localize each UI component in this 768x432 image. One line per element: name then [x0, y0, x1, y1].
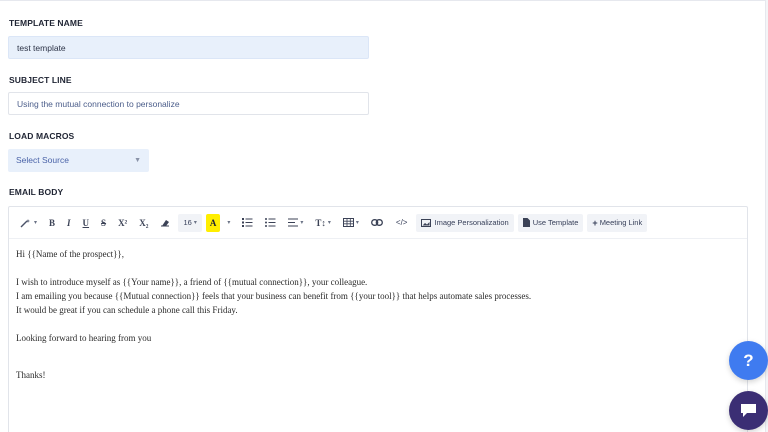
use-template-button[interactable]: Use Template	[517, 213, 584, 232]
eraser-icon	[161, 220, 170, 227]
subscript-button[interactable]: X₂	[135, 214, 152, 232]
body-line: I wish to introduce myself as {{Your nam…	[16, 277, 368, 287]
strikethrough-button[interactable]: S	[97, 214, 110, 232]
underline-button[interactable]: U	[79, 214, 94, 232]
insert-link-button[interactable]	[367, 214, 387, 232]
select-source-value: Select Source	[16, 155, 69, 165]
code-view-button[interactable]: </>	[391, 214, 413, 232]
editor-toolbar: ▾ B I U S X² X₂ 16 ▾ A ▾ ▾ T↕ ▾ ▾ </> Im…	[9, 207, 747, 239]
highlight-color-dropdown[interactable]: ▾	[221, 214, 234, 232]
unordered-list-button[interactable]	[261, 214, 280, 232]
plus-icon: +	[592, 217, 598, 228]
body-line: Hi {{Name of the prospect}},	[16, 249, 124, 259]
meeting-link-label: Meeting Link	[599, 218, 643, 227]
font-size-value: 16	[183, 218, 192, 227]
meeting-link-button[interactable]: + Meeting Link	[587, 213, 648, 232]
font-size-dropdown[interactable]: 16 ▾	[178, 213, 202, 232]
chat-bubble-icon	[741, 404, 756, 417]
subject-line-label: SUBJECT LINE	[9, 75, 72, 85]
table-dropdown[interactable]: ▾	[339, 214, 363, 232]
align-icon	[288, 218, 299, 227]
select-source-dropdown[interactable]: Select Source ▼	[8, 149, 149, 172]
help-button[interactable]: ?	[729, 341, 768, 380]
link-icon	[370, 219, 383, 226]
eraser-button[interactable]	[156, 214, 174, 232]
table-icon	[342, 218, 354, 227]
body-line: I am emailing you because {{Mutual conne…	[16, 291, 532, 301]
magic-wand-button[interactable]: ▾	[16, 214, 41, 232]
italic-button[interactable]: I	[63, 214, 75, 232]
email-body-content[interactable]: Hi {{Name of the prospect}}, I wish to i…	[16, 247, 737, 382]
template-name-input[interactable]: test template	[8, 36, 369, 59]
image-personalization-button[interactable]: Image Personalization	[416, 213, 514, 232]
line-height-label: T↕	[315, 217, 326, 228]
ordered-list-icon	[242, 218, 253, 227]
body-line: Looking forward to hearing from you	[16, 333, 152, 343]
image-personalization-label: Image Personalization	[434, 218, 509, 227]
body-line: It would be great if you can schedule a …	[16, 305, 238, 315]
subject-line-input[interactable]: Using the mutual connection to personali…	[8, 92, 369, 115]
superscript-button[interactable]: X²	[114, 214, 131, 232]
use-template-label: Use Template	[532, 218, 579, 227]
body-line: Thanks!	[16, 370, 46, 380]
template-form-panel: TEMPLATE NAME test template SUBJECT LINE…	[0, 0, 766, 432]
load-macros-label: LOAD MACROS	[9, 131, 75, 141]
email-body-label: EMAIL BODY	[9, 187, 64, 197]
unordered-list-icon	[265, 218, 276, 227]
highlight-color-button[interactable]: A	[205, 213, 221, 232]
document-icon	[522, 218, 530, 227]
chat-button[interactable]	[729, 391, 768, 430]
align-dropdown[interactable]: ▾	[284, 214, 307, 232]
line-height-dropdown[interactable]: T↕ ▾	[311, 214, 335, 232]
template-name-label: TEMPLATE NAME	[9, 18, 83, 28]
bold-button[interactable]: B	[45, 214, 59, 232]
magic-wand-icon	[20, 218, 30, 227]
email-body-editor[interactable]: ▾ B I U S X² X₂ 16 ▾ A ▾ ▾ T↕ ▾ ▾ </> Im…	[8, 206, 748, 432]
image-icon	[421, 218, 432, 227]
chevron-down-icon: ▼	[134, 157, 141, 164]
ordered-list-button[interactable]	[238, 214, 257, 232]
